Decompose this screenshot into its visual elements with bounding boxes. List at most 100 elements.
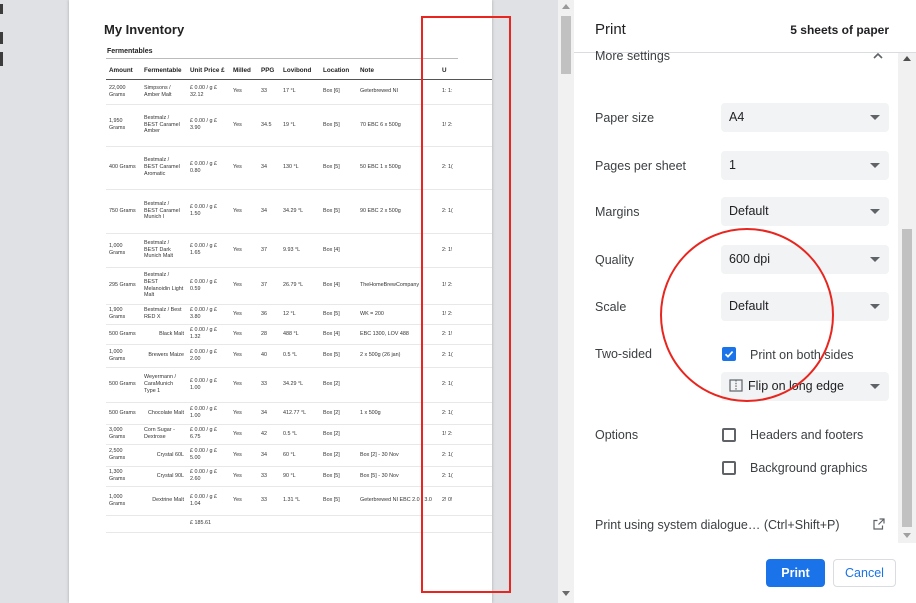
table-cell-ppg: 42	[258, 424, 280, 445]
table-cell-milled: Yes	[230, 189, 258, 234]
table-cell-location: Box [2]	[320, 444, 357, 467]
table-cell-location: Box [4]	[320, 324, 357, 345]
two-sided-label: Two-sided	[595, 347, 652, 361]
table-cell-milled: Yes	[230, 304, 258, 325]
table-cell-amount: 1,000 Grams	[106, 233, 141, 268]
scroll-down-arrow-icon[interactable]	[903, 533, 911, 538]
background-graphics-label[interactable]: Background graphics	[750, 461, 867, 475]
table-cell-milled: Yes	[230, 79, 258, 105]
table-cell-location: Box [2]	[320, 402, 357, 425]
dropdown-arrow-icon	[870, 384, 880, 389]
annotation-red-circle	[660, 228, 834, 402]
headers-footers-checkbox[interactable]	[722, 428, 736, 442]
table-cell-unit-price: £ 0.00 / g £ 2.00	[187, 344, 230, 368]
table-cell-lovibond: 12 °L	[280, 304, 320, 325]
column-header-amount: Amount	[106, 62, 141, 80]
table-cell-fermentable: Crystal 90L	[141, 466, 187, 487]
table-cell-ppg: 34	[258, 146, 280, 190]
table-cell-fermentable: Corn Sugar - Dextrose	[141, 424, 187, 445]
headers-footers-label[interactable]: Headers and footers	[750, 428, 863, 442]
table-cell-lovibond: 26.79 °L	[280, 267, 320, 305]
table-cell-fermentable: Crystal 60L	[141, 444, 187, 467]
margins-select[interactable]: Default	[721, 197, 889, 226]
chevron-up-icon[interactable]	[873, 51, 883, 61]
table-cell-unit-price: £ 0.00 / g £ 1.65	[187, 233, 230, 268]
table-cell-milled: Yes	[230, 444, 258, 467]
table-cell-milled: Yes	[230, 324, 258, 345]
preview-scrollbar[interactable]	[558, 0, 574, 603]
dropdown-arrow-icon	[870, 304, 880, 309]
table-cell-ppg: 28	[258, 324, 280, 345]
table-cell-fermentable: Bestmalz / BEST Caramel Aromatic	[141, 146, 187, 190]
table-cell-lovibond: 19 °L	[280, 104, 320, 147]
table-cell-fermentable: Bestmalz / BEST Melanoidin Light Malt	[141, 267, 187, 305]
table-cell-lovibond: 488 °L	[280, 324, 320, 345]
table-cell-location: Box [5]	[320, 146, 357, 190]
scroll-up-arrow-icon[interactable]	[903, 56, 911, 61]
dropdown-arrow-icon	[870, 163, 880, 168]
table-cell-lovibond: 9.93 °L	[280, 233, 320, 268]
table-cell-unit-price: £ 185.61	[187, 515, 230, 533]
preview-scroll-thumb[interactable]	[561, 16, 571, 74]
table-cell-amount: 750 Grams	[106, 189, 141, 234]
cancel-button[interactable]: Cancel	[833, 559, 896, 587]
table-cell-ppg	[258, 515, 280, 533]
table-cell-milled: Yes	[230, 424, 258, 445]
table-cell-lovibond: 130 °L	[280, 146, 320, 190]
table-cell-ppg: 36	[258, 304, 280, 325]
table-cell-unit-price: £ 0.00 / g £ 1.50	[187, 189, 230, 234]
section-title: Fermentables	[107, 48, 153, 55]
table-cell-milled: Yes	[230, 367, 258, 403]
column-header-ppg: PPG	[258, 62, 280, 80]
table-cell-ppg: 37	[258, 233, 280, 268]
table-cell-location: Box [5]	[320, 104, 357, 147]
table-cell-milled: Yes	[230, 466, 258, 487]
pages-per-sheet-label: Pages per sheet	[595, 159, 687, 173]
table-cell-fermentable: Bestmalz / BEST Caramel Munich I	[141, 189, 187, 234]
table-cell-ppg: 33	[258, 367, 280, 403]
print-button[interactable]: Print	[766, 559, 825, 587]
table-cell-unit-price: £ 0.00 / g £ 0.80	[187, 146, 230, 190]
table-cell-location: Box [4]	[320, 233, 357, 268]
scroll-down-arrow-icon[interactable]	[562, 591, 570, 596]
table-cell-location: Box [5]	[320, 189, 357, 234]
section-divider	[106, 58, 458, 59]
table-cell-milled: Yes	[230, 146, 258, 190]
background-graphics-checkbox[interactable]	[722, 461, 736, 475]
table-cell-milled	[230, 515, 258, 533]
paper-size-label: Paper size	[595, 111, 655, 125]
more-settings-toggle[interactable]: More settings	[595, 49, 670, 63]
pages-per-sheet-select[interactable]: 1	[721, 151, 889, 180]
column-header-milled: Milled	[230, 62, 258, 80]
table-cell-ppg: 34	[258, 189, 280, 234]
table-cell-location: Box [6]	[320, 79, 357, 105]
paper-size-select[interactable]: A4	[721, 103, 889, 132]
margins-value: Default	[729, 204, 769, 218]
scroll-up-arrow-icon[interactable]	[562, 4, 570, 9]
table-cell-ppg: 33	[258, 486, 280, 516]
table-cell-unit-price: £ 0.00 / g £ 1.04	[187, 486, 230, 516]
table-cell-amount: 500 Grams	[106, 402, 141, 425]
print-preview-area: My Inventory Fermentables Amount Ferment…	[0, 0, 558, 603]
column-header-unit-price: Unit Price £	[187, 62, 230, 80]
table-cell-lovibond: 90 °L	[280, 466, 320, 487]
dropdown-arrow-icon	[870, 115, 880, 120]
table-cell-lovibond: 60 °L	[280, 444, 320, 467]
table-cell-amount: 400 Grams	[106, 146, 141, 190]
settings-scrollbar[interactable]	[898, 53, 916, 543]
table-cell-fermentable: Dextrine Malt	[141, 486, 187, 516]
table-cell-lovibond: 0.5 °L	[280, 344, 320, 368]
background-page-edge	[0, 0, 4, 603]
dropdown-arrow-icon	[870, 257, 880, 262]
table-cell-unit-price: £ 0.00 / g £ 3.90	[187, 104, 230, 147]
quality-label: Quality	[595, 253, 634, 267]
table-cell-amount: 1,000 Grams	[106, 486, 141, 516]
table-cell-lovibond: 34.29 °L	[280, 367, 320, 403]
table-cell-fermentable: Brewers Maize	[141, 344, 187, 368]
table-cell-location: Box [5]	[320, 344, 357, 368]
table-cell-lovibond	[280, 515, 320, 533]
open-external-icon[interactable]	[873, 518, 885, 530]
system-dialog-link[interactable]: Print using system dialogue… (Ctrl+Shift…	[595, 518, 840, 532]
annotation-red-rectangle	[421, 16, 511, 593]
settings-scroll-thumb[interactable]	[902, 229, 912, 527]
